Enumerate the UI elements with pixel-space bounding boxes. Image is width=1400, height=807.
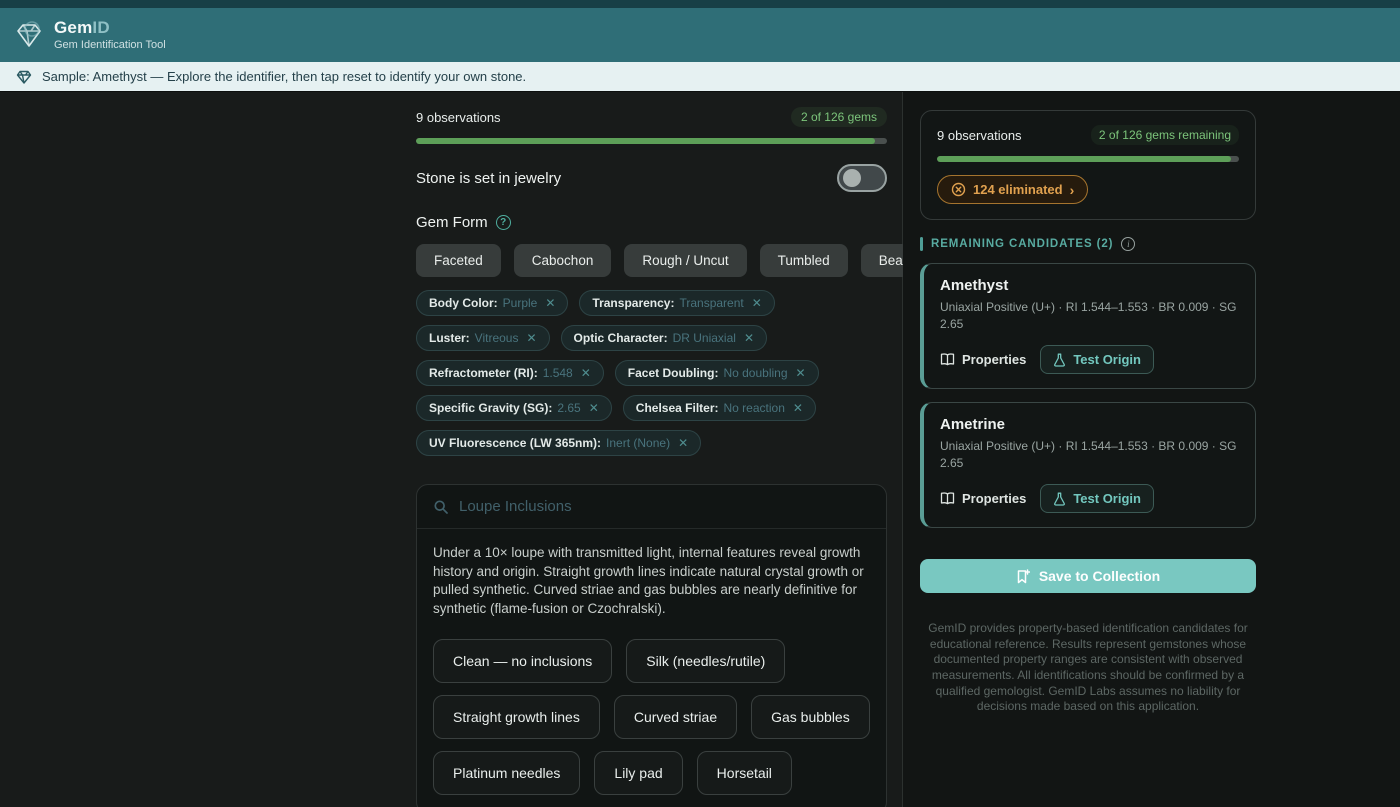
gem-form-rough-button[interactable]: Rough / Uncut [624, 244, 746, 277]
inclusion-platinum-needles-button[interactable]: Platinum needles [433, 751, 580, 795]
inclusion-gas-bubbles-button[interactable]: Gas bubbles [751, 695, 870, 739]
inclusion-curved-striae-button[interactable]: Curved striae [614, 695, 737, 739]
sidebar-progress-fill [937, 156, 1231, 162]
brand-gem: Gem [54, 18, 92, 37]
inclusion-clean-button[interactable]: Clean — no inclusions [433, 639, 612, 683]
circled-x-icon [951, 182, 966, 197]
loupe-section-title: Loupe Inclusions [459, 498, 572, 515]
filter-chip-chelsea-filter: Chelsea Filter:No reaction✕ [623, 395, 816, 421]
flask-icon [1053, 492, 1066, 506]
bookmark-plus-icon [1016, 569, 1030, 584]
info-icon[interactable]: i [1121, 237, 1135, 251]
app-subtitle: Gem Identification Tool [54, 39, 166, 51]
test-origin-button[interactable]: Test Origin [1040, 345, 1154, 374]
top-strip [0, 0, 1400, 8]
candidates-heading-text: REMAINING CANDIDATES (2) [931, 238, 1113, 250]
eliminated-count-label: 124 eliminated [973, 182, 1063, 197]
main-pane: 9 observations 2 of 126 gems Stone is se… [0, 92, 903, 807]
remove-filter-icon[interactable]: ✕ [796, 366, 806, 380]
remove-filter-icon[interactable]: ✕ [545, 296, 555, 310]
candidate-name: Ametrine [940, 416, 1239, 433]
test-origin-label: Test Origin [1073, 352, 1141, 367]
sample-banner: Sample: Amethyst — Explore the identifie… [0, 62, 1400, 92]
jewelry-toggle-label: Stone is set in jewelry [416, 170, 561, 187]
jewelry-toggle[interactable] [837, 164, 887, 192]
gem-form-label: Gem Form [416, 214, 488, 231]
properties-label: Properties [962, 352, 1026, 367]
filter-chip-body-color: Body Color:Purple✕ [416, 290, 568, 316]
elimination-progress-bar [416, 138, 887, 144]
observations-summary-card: 9 observations 2 of 126 gems remaining 1… [920, 110, 1256, 220]
loupe-description: Under a 10× loupe with transmitted light… [433, 544, 870, 619]
gem-banner-icon [16, 69, 32, 85]
candidate-card-amethyst: Amethyst Uniaxial Positive (U+) · RI 1.5… [920, 263, 1256, 389]
gem-form-faceted-button[interactable]: Faceted [416, 244, 501, 277]
filter-chip-refractometer: Refractometer (RI):1.548✕ [416, 360, 604, 386]
observations-count: 9 observations [416, 110, 501, 125]
brand-id: ID [92, 18, 109, 37]
app-header: GemID Gem Identification Tool [0, 8, 1400, 62]
help-icon[interactable]: ? [496, 215, 511, 230]
results-sidebar: 9 observations 2 of 126 gems remaining 1… [903, 92, 1400, 807]
banner-text: Sample: Amethyst — Explore the identifie… [42, 69, 526, 84]
gems-remaining-badge: 2 of 126 gems [791, 107, 887, 127]
save-to-collection-button[interactable]: Save to Collection [920, 559, 1256, 593]
sidebar-observations-count: 9 observations [937, 128, 1022, 143]
remove-filter-icon[interactable]: ✕ [526, 331, 536, 345]
properties-button[interactable]: Properties [940, 352, 1026, 367]
filter-chip-uv-fluorescence: UV Fluorescence (LW 365nm):Inert (None)✕ [416, 430, 701, 456]
chevron-right-icon: › [1070, 183, 1075, 197]
gem-form-options: Faceted Cabochon Rough / Uncut Tumbled B… [416, 244, 887, 277]
heading-accent-bar [920, 237, 923, 251]
gem-form-cabochon-button[interactable]: Cabochon [514, 244, 612, 277]
inclusion-lily-pad-button[interactable]: Lily pad [594, 751, 682, 795]
remove-filter-icon[interactable]: ✕ [678, 436, 688, 450]
filter-chip-specific-gravity: Specific Gravity (SG):2.65✕ [416, 395, 612, 421]
eliminated-gems-button[interactable]: 124 eliminated › [937, 175, 1088, 204]
gem-form-tumbled-button[interactable]: Tumbled [760, 244, 848, 277]
active-filter-chips: Body Color:Purple✕ Transparency:Transpar… [416, 290, 887, 456]
app-title: GemID [54, 19, 166, 38]
flask-icon [1053, 353, 1066, 367]
properties-button[interactable]: Properties [940, 491, 1026, 506]
inclusion-options: Clean — no inclusions Silk (needles/ruti… [433, 639, 870, 795]
candidate-card-ametrine: Ametrine Uniaxial Positive (U+) · RI 1.5… [920, 402, 1256, 528]
remove-filter-icon[interactable]: ✕ [744, 331, 754, 345]
save-button-label: Save to Collection [1039, 568, 1160, 584]
sidebar-progress-bar [937, 156, 1239, 162]
candidate-properties-summary: Uniaxial Positive (U+) · RI 1.544–1.553 … [940, 438, 1239, 472]
book-icon [940, 353, 955, 366]
remove-filter-icon[interactable]: ✕ [793, 401, 803, 415]
remove-filter-icon[interactable]: ✕ [752, 296, 762, 310]
gemid-app: GemID Gem Identification Tool Sample: Am… [0, 0, 1400, 807]
inclusion-straight-growth-button[interactable]: Straight growth lines [433, 695, 600, 739]
properties-label: Properties [962, 491, 1026, 506]
inclusion-horsetail-button[interactable]: Horsetail [697, 751, 792, 795]
progress-fill [416, 138, 875, 144]
loupe-inclusions-card: Loupe Inclusions Under a 10× loupe with … [416, 484, 887, 807]
test-origin-button[interactable]: Test Origin [1040, 484, 1154, 513]
test-origin-label: Test Origin [1073, 491, 1141, 506]
filter-chip-transparency: Transparency:Transparent✕ [579, 290, 774, 316]
toggle-knob [843, 169, 861, 187]
inclusion-silk-button[interactable]: Silk (needles/rutile) [626, 639, 785, 683]
sidebar-remaining-badge: 2 of 126 gems remaining [1091, 125, 1239, 145]
filter-chip-optic-character: Optic Character:DR Uniaxial✕ [561, 325, 767, 351]
filter-chip-facet-doubling: Facet Doubling:No doubling✕ [615, 360, 819, 386]
gem-logo-icon [14, 20, 44, 50]
book-icon [940, 492, 955, 505]
filter-chip-luster: Luster:Vitreous✕ [416, 325, 550, 351]
candidate-properties-summary: Uniaxial Positive (U+) · RI 1.544–1.553 … [940, 299, 1239, 333]
search-icon [433, 499, 449, 515]
remaining-candidates-heading: REMAINING CANDIDATES (2) i [920, 237, 1256, 251]
remove-filter-icon[interactable]: ✕ [589, 401, 599, 415]
candidate-name: Amethyst [940, 277, 1239, 294]
remove-filter-icon[interactable]: ✕ [581, 366, 591, 380]
legal-disclaimer: GemID provides property-based identifica… [928, 621, 1248, 715]
